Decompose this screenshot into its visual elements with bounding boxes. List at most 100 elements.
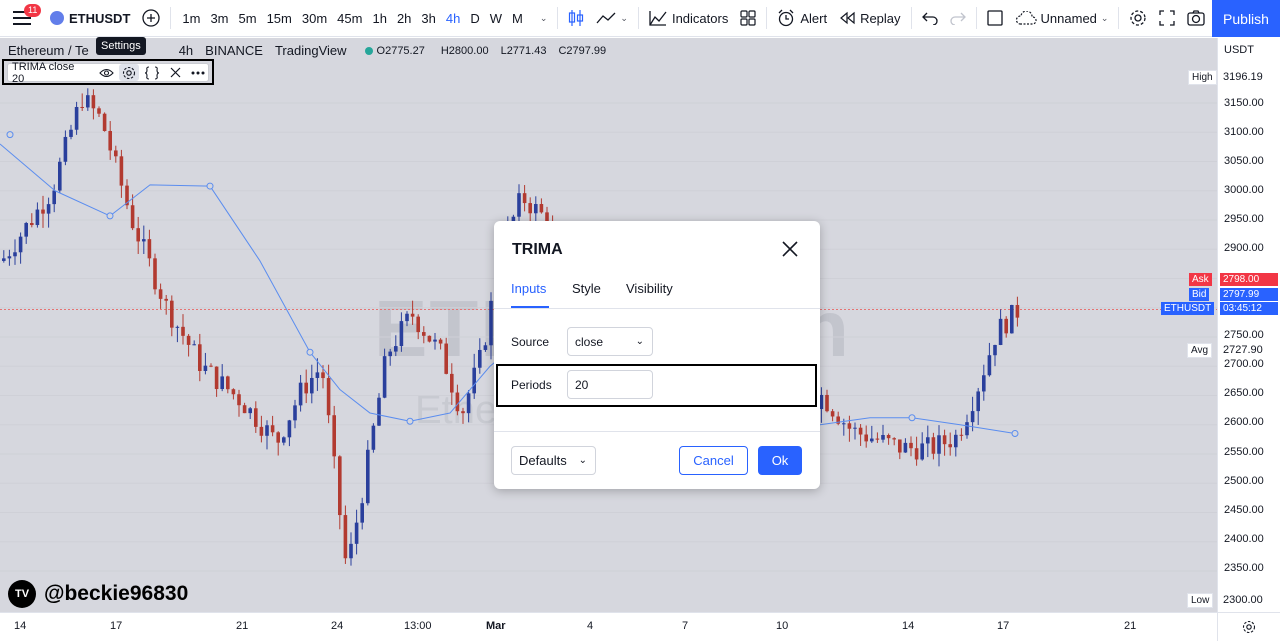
candle-body <box>18 236 23 253</box>
indicator-label: TRIMA close 20 <box>12 60 75 85</box>
price-tick-label: 2550.00 <box>1224 446 1264 458</box>
candle-body <box>287 420 292 438</box>
more-dots-icon <box>191 71 205 74</box>
candle-body <box>410 313 415 317</box>
time-tick-label: 21 <box>1124 620 1137 632</box>
layout-name: Unnamed <box>1040 10 1097 26</box>
timeframe-2h[interactable]: 2h <box>392 11 416 26</box>
candle-body <box>819 394 824 410</box>
compare-add-button[interactable] <box>136 0 166 37</box>
candle-body <box>181 326 185 336</box>
timeframe-w[interactable]: W <box>485 11 507 26</box>
timeframe-3m[interactable]: 3m <box>205 11 233 26</box>
timeframe-3h[interactable]: 3h <box>416 11 440 26</box>
candle-body <box>170 300 174 328</box>
candle-body <box>186 335 191 345</box>
fullscreen-button[interactable] <box>1153 0 1181 37</box>
trima-marker <box>1011 430 1019 438</box>
ask-tag-value: 2798.00 <box>1220 273 1278 286</box>
timeframe-dropdown[interactable]: ⌄ <box>530 0 554 37</box>
timeframe-1m[interactable]: 1m <box>177 11 205 26</box>
candle-body <box>433 339 437 342</box>
candle-body <box>69 129 73 137</box>
candle-body <box>80 106 84 108</box>
periods-input[interactable]: 20 <box>567 370 653 399</box>
chart-type-candles-button[interactable] <box>562 0 590 37</box>
more-options-button[interactable] <box>188 64 208 81</box>
settings-button[interactable] <box>1123 0 1153 37</box>
tradingview-app: 11 ETHUSDT 1m 3m 5m 15m 30m 45m 1h 2h 3h 4h D W M ⌄ … <box>0 0 1280 641</box>
templates-button[interactable] <box>734 0 762 37</box>
high-tag-label: High <box>1188 70 1217 85</box>
timeframe-5m[interactable]: 5m <box>234 11 262 26</box>
candle-body <box>102 113 107 131</box>
square-icon <box>986 10 1003 26</box>
time-tick-label: Mar <box>486 620 506 632</box>
undo-button[interactable] <box>916 0 944 37</box>
candle-body <box>875 438 880 440</box>
snapshot-button[interactable] <box>1181 0 1211 37</box>
source-code-button[interactable] <box>142 64 162 81</box>
timeframe-45m[interactable]: 45m <box>332 11 367 26</box>
candle-body <box>254 408 258 427</box>
candle-body <box>864 434 868 442</box>
price-scale[interactable]: USDT 3150.00 3100.00 3050.00 3000.00 2950.00… <box>1161 38 1280 612</box>
grid-icon <box>740 10 756 26</box>
candle-body <box>886 434 891 439</box>
symbol-search-button[interactable]: ETHUSDT <box>44 0 136 37</box>
settings-tooltip: Settings <box>96 37 146 55</box>
main-menu-button[interactable]: 11 <box>0 0 44 37</box>
legend-interval: 4h <box>178 43 194 58</box>
toolbar-separator <box>637 7 639 29</box>
low-tag-label: Low <box>1187 593 1214 608</box>
chart-type-line-button[interactable]: ⌄ <box>590 0 634 37</box>
chart-settings-corner[interactable] <box>1217 612 1280 641</box>
candle-body <box>354 522 359 544</box>
visibility-toggle[interactable] <box>96 64 116 81</box>
publish-button[interactable]: Publish <box>1212 0 1280 37</box>
price-tick-label: 3050.00 <box>1224 155 1264 167</box>
ok-button[interactable]: Ok <box>758 446 802 475</box>
candle-body <box>438 339 443 344</box>
candle-body <box>483 345 488 350</box>
source-select[interactable]: close ⌄ <box>567 327 653 356</box>
candle-body <box>870 438 874 442</box>
tab-visibility[interactable]: Visibility <box>626 281 673 296</box>
indicator-settings-button[interactable] <box>119 64 140 81</box>
candle-body <box>52 190 56 205</box>
replay-button[interactable]: Replay <box>833 0 906 37</box>
candle-body <box>338 456 342 516</box>
timeframe-m[interactable]: M <box>507 11 528 26</box>
timeframe-15m[interactable]: 15m <box>262 11 297 26</box>
remove-indicator-button[interactable] <box>165 64 185 81</box>
timeframe-1h[interactable]: 1h <box>367 11 391 26</box>
candle-body <box>326 378 331 416</box>
cancel-button[interactable]: Cancel <box>679 446 748 475</box>
defaults-button[interactable]: Defaults ⌄ <box>511 446 596 475</box>
timeframe-30m[interactable]: 30m <box>297 11 332 26</box>
trima-marker <box>306 348 314 356</box>
tab-inputs[interactable]: Inputs <box>511 281 546 296</box>
fullscreen-select-button[interactable] <box>981 0 1009 37</box>
candle-body <box>209 365 213 367</box>
candle-body <box>198 344 202 371</box>
dialog-close-button[interactable] <box>780 239 800 259</box>
tradingview-logo-icon: TV <box>8 580 36 608</box>
candle-body <box>58 161 62 191</box>
time-tick-label: 24 <box>331 620 344 632</box>
indicator-pill[interactable]: TRIMA close 20 <box>7 60 209 85</box>
candle-body <box>30 223 34 226</box>
layout-name-button[interactable]: Unnamed ⌄ <box>1009 0 1115 37</box>
indicators-button[interactable]: Indicators <box>643 0 734 37</box>
timeframe-4h[interactable]: 4h <box>441 11 465 26</box>
candle-body <box>926 437 930 444</box>
candle-body <box>220 376 224 390</box>
candle-body <box>382 356 387 398</box>
redo-button[interactable] <box>944 0 972 37</box>
candle-body <box>998 318 1003 345</box>
tab-style[interactable]: Style <box>572 281 601 296</box>
candle-body <box>405 313 409 322</box>
alert-button[interactable]: Alert <box>771 0 833 37</box>
time-scale[interactable]: 14 17 21 24 13:00 Mar 4 7 10 14 17 21 <box>0 612 1217 641</box>
timeframe-d[interactable]: D <box>465 11 484 26</box>
